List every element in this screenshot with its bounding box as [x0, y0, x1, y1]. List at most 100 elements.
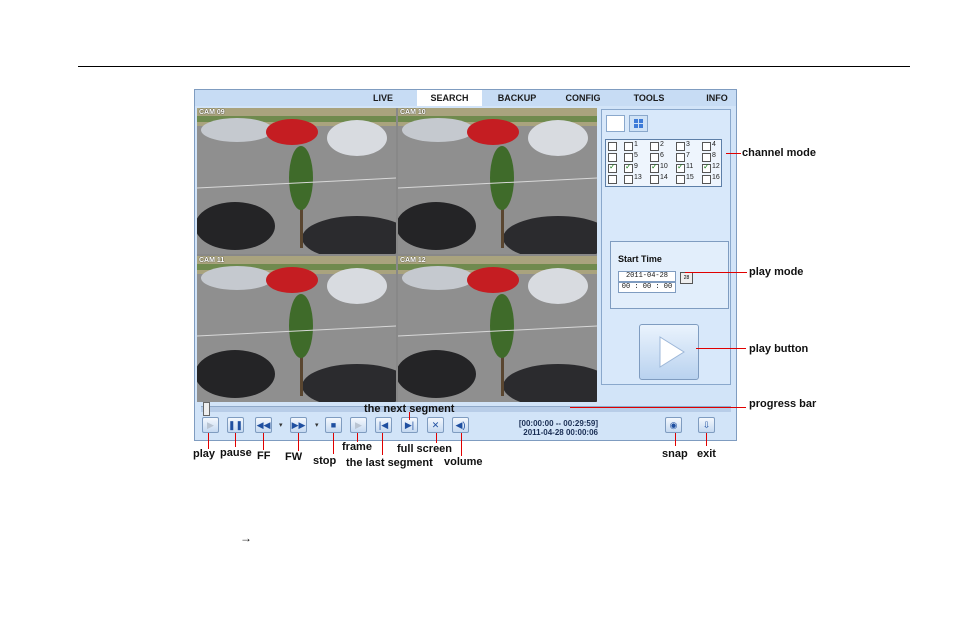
tab-live[interactable]: LIVE: [363, 90, 403, 106]
channel-number: 5: [634, 152, 638, 159]
channel-checkbox[interactable]: [624, 162, 633, 173]
channel-checkbox[interactable]: [676, 162, 685, 173]
row-select-all-checkbox[interactable]: [608, 153, 617, 162]
camera-view[interactable]: CAM 09: [197, 108, 396, 254]
play-button[interactable]: ▶: [202, 417, 219, 433]
calendar-icon[interactable]: 28: [680, 272, 693, 284]
channel-checkbox[interactable]: [702, 142, 711, 151]
snap-callout-line: [675, 433, 676, 446]
channel-row: 13 14 15 16: [608, 174, 723, 185]
ff-callout-line: [263, 433, 264, 450]
pause-label: pause: [220, 447, 252, 459]
quad-grid-icon: [634, 119, 643, 128]
parking-lot-image: [197, 256, 396, 402]
camera-view[interactable]: CAM 11: [197, 256, 396, 402]
channel-checkbox[interactable]: [702, 162, 711, 173]
fw-label: FW: [285, 451, 303, 463]
channel-number: 11: [686, 163, 694, 170]
dvr-search-window: LIVE SEARCH BACKUP CONFIG TOOLS INFO CAM…: [194, 89, 737, 441]
full-screen-label: full screen: [397, 443, 453, 455]
channel-number: 15: [686, 174, 694, 181]
tab-bar: LIVE SEARCH BACKUP CONFIG TOOLS INFO: [195, 90, 736, 106]
frame-button[interactable]: ▶: [350, 417, 367, 433]
volume-button[interactable]: ◀): [452, 417, 469, 433]
start-time-title: Start Time: [618, 254, 662, 264]
channel-number: 16: [712, 174, 720, 181]
progress-knob[interactable]: [203, 402, 210, 416]
fast-forward-button[interactable]: ▶▶: [290, 417, 307, 433]
stop-label: stop: [313, 455, 337, 467]
channel-checkbox[interactable]: [624, 142, 633, 151]
channel-checkbox[interactable]: [676, 153, 685, 162]
channel-checkbox[interactable]: [702, 175, 711, 184]
channel-selector: 12345678910111213141516: [605, 139, 722, 187]
page-rule: [78, 66, 910, 67]
play-mode-label: play mode: [749, 266, 804, 278]
camera-view[interactable]: CAM 12: [398, 256, 597, 402]
quad-view-mode-button[interactable]: [629, 115, 648, 132]
start-date-field[interactable]: 2011-04-28: [618, 271, 676, 282]
last-segment-label: the last segment: [346, 457, 433, 469]
start-time-field[interactable]: 00 : 00 : 00: [618, 282, 676, 293]
tab-info[interactable]: INFO: [689, 90, 745, 106]
tab-tools[interactable]: TOOLS: [621, 90, 677, 106]
channel-checkbox[interactable]: [650, 162, 659, 173]
full-screen-callout-line: [436, 433, 437, 443]
row-select-all-checkbox[interactable]: [608, 142, 617, 151]
row-select-all-checkbox[interactable]: [608, 162, 617, 173]
video-grid[interactable]: CAM 09 CAM 10 CAM 11 CAM 12: [197, 108, 597, 402]
single-view-mode-button[interactable]: [606, 115, 625, 132]
channel-mode-label: channel mode: [742, 147, 816, 159]
tab-search[interactable]: SEARCH: [417, 90, 482, 106]
channel-number: 7: [686, 152, 690, 159]
ff-label: FF: [257, 450, 271, 462]
ff-speed-dropdown-icon[interactable]: ▾: [279, 421, 283, 429]
fw-speed-dropdown-icon[interactable]: ▾: [315, 421, 319, 429]
channel-checkbox[interactable]: [624, 153, 633, 162]
next-segment-label: the next segment: [364, 403, 455, 415]
tab-config[interactable]: CONFIG: [555, 90, 611, 106]
previous-segment-button[interactable]: |◀: [375, 417, 392, 433]
full-screen-button[interactable]: ✕: [427, 417, 444, 433]
channel-mode-callout-line: [726, 153, 741, 154]
channel-number: 9: [634, 163, 638, 170]
channel-checkbox[interactable]: [650, 175, 659, 184]
fw-callout-line: [298, 433, 299, 451]
camera-label: CAM 09: [199, 109, 225, 116]
parking-lot-image: [197, 108, 396, 254]
channel-checkbox[interactable]: [650, 153, 659, 162]
channel-checkbox[interactable]: [624, 175, 633, 184]
channel-number: 13: [634, 174, 642, 181]
camera-label: CAM 10: [400, 109, 426, 116]
big-play-button[interactable]: [639, 324, 699, 380]
exit-callout-line: [706, 433, 707, 446]
search-side-panel: 12345678910111213141516 Start Time 2011-…: [601, 109, 731, 385]
channel-number: 4: [712, 141, 716, 148]
parking-lot-image: [398, 108, 597, 254]
snap-label: snap: [662, 448, 688, 460]
frame-label: frame: [342, 441, 372, 453]
fast-rewind-button[interactable]: ◀◀: [255, 417, 272, 433]
channel-checkbox[interactable]: [650, 142, 659, 151]
pause-callout-line: [235, 433, 236, 447]
camera-label: CAM 12: [400, 257, 426, 264]
channel-checkbox[interactable]: [702, 153, 711, 162]
channel-number: 6: [660, 152, 664, 159]
channel-number: 12: [712, 163, 720, 170]
current-time: 2011-04-28 00:00:06: [523, 428, 598, 437]
channel-number: 10: [660, 163, 668, 170]
pause-button[interactable]: ❚❚: [227, 417, 244, 433]
channel-checkbox[interactable]: [676, 142, 685, 151]
snap-button[interactable]: ◉: [665, 417, 682, 433]
channel-checkbox[interactable]: [676, 175, 685, 184]
time-range: [00:00:00 -- 00:29:59]: [518, 419, 598, 428]
channel-number: 1: [634, 141, 638, 148]
camera-view[interactable]: CAM 10: [398, 108, 597, 254]
stop-button[interactable]: ■: [325, 417, 342, 433]
play-callout-line: [208, 433, 209, 449]
exit-button[interactable]: ⇩: [698, 417, 715, 433]
row-select-all-checkbox[interactable]: [608, 175, 617, 184]
arrow-symbol: →: [240, 531, 252, 545]
play-mode-callout-line: [685, 272, 747, 273]
tab-backup[interactable]: BACKUP: [489, 90, 545, 106]
